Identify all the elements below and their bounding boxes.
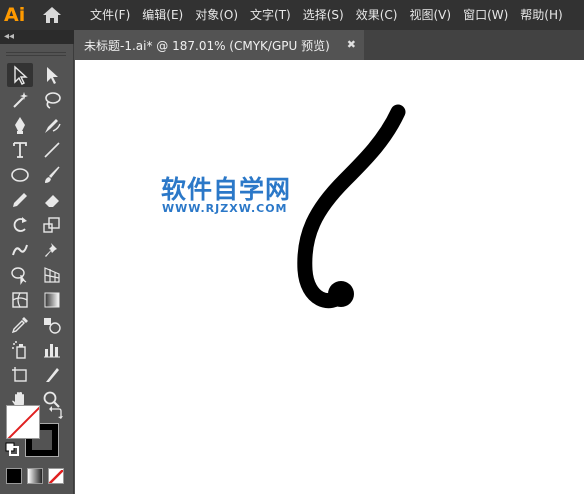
gradient-mode-button[interactable]: [27, 468, 43, 484]
curvature-pen-icon: [45, 119, 61, 133]
menu-object[interactable]: 对象(O): [189, 0, 244, 30]
menu-help[interactable]: 帮助(H): [514, 0, 568, 30]
drawn-path[interactable]: [75, 60, 584, 494]
menu-edit[interactable]: 编辑(E): [136, 0, 189, 30]
warp-tool[interactable]: [7, 238, 33, 262]
color-mode-button[interactable]: [6, 468, 22, 484]
knife-icon: [46, 368, 59, 382]
menu-window[interactable]: 窗口(W): [457, 0, 514, 30]
magic-wand-icon: [13, 92, 28, 108]
selection-arrow-icon: [14, 65, 28, 85]
menu-select[interactable]: 选择(S): [297, 0, 350, 30]
menu-view[interactable]: 视图(V): [403, 0, 457, 30]
type-tool[interactable]: [7, 138, 33, 162]
pencil-icon: [13, 193, 27, 207]
watermark-title: 软件自学网: [161, 175, 292, 204]
collapse-panel-icon[interactable]: ◂◂: [4, 30, 14, 44]
line-segment-tool[interactable]: [39, 138, 65, 162]
curvature-tool[interactable]: [39, 113, 65, 137]
direct-selection-tool[interactable]: [39, 63, 65, 87]
paintbrush-tool[interactable]: [39, 163, 65, 187]
scale-icon: [43, 217, 60, 233]
panel-grip[interactable]: [6, 52, 66, 56]
perspective-grid-icon: [44, 267, 60, 283]
type-icon: [13, 142, 27, 158]
menu-file[interactable]: 文件(F): [84, 0, 136, 30]
menu-bar: Ai 文件(F) 编辑(E) 对象(O) 文字(T) 选择(S) 效果(C) 视…: [0, 0, 584, 30]
shape-builder-icon: [11, 267, 27, 285]
document-tab-label: 未标题-1.ai* @ 187.01% (CMYK/GPU 预览): [84, 38, 330, 53]
line-icon: [44, 142, 60, 158]
blend-tool[interactable]: [39, 313, 65, 337]
puppet-warp-tool[interactable]: [39, 238, 65, 262]
menu-items: 文件(F) 编辑(E) 对象(O) 文字(T) 选择(S) 效果(C) 视图(V…: [84, 0, 569, 30]
swap-colors-icon[interactable]: [49, 405, 63, 419]
selection-tool[interactable]: [7, 63, 33, 87]
close-tab-icon[interactable]: ✖: [347, 30, 356, 60]
eraser-tool[interactable]: [39, 188, 65, 212]
blend-icon: [44, 318, 61, 334]
mesh-icon: [12, 292, 28, 308]
tools-panel: [0, 44, 74, 494]
document-tab[interactable]: 未标题-1.ai* @ 187.01% (CMYK/GPU 预览) ✖: [74, 30, 364, 60]
magic-wand-tool[interactable]: [7, 88, 33, 112]
pen-tool[interactable]: [7, 113, 33, 137]
ellipse-icon: [11, 168, 29, 182]
mesh-tool[interactable]: [7, 288, 33, 312]
brush-icon: [45, 166, 60, 183]
tools-panel-header: ◂◂: [0, 30, 74, 44]
lasso-tool[interactable]: [39, 88, 65, 112]
pencil-tool[interactable]: [7, 188, 33, 212]
shape-builder-tool[interactable]: [7, 263, 33, 287]
none-fill-slash-icon: [7, 406, 39, 438]
artboard-tool[interactable]: [7, 363, 33, 387]
pen-icon: [15, 117, 25, 134]
warp-icon: [12, 244, 28, 256]
document-tab-bar: 未标题-1.ai* @ 187.01% (CMYK/GPU 预览) ✖: [74, 30, 584, 60]
eyedropper-tool[interactable]: [7, 313, 33, 337]
default-colors-icon[interactable]: [5, 442, 19, 456]
none-mode-button[interactable]: [48, 468, 64, 484]
fill-color-swatch[interactable]: [6, 405, 40, 439]
slice-tool[interactable]: [39, 363, 65, 387]
eyedropper-icon: [11, 317, 28, 334]
home-icon[interactable]: [42, 6, 62, 24]
menu-effect[interactable]: 效果(C): [350, 0, 404, 30]
watermark-url: WWW.RJZXW.COM: [162, 202, 288, 215]
app-logo: Ai: [4, 4, 26, 26]
rotate-icon: [13, 217, 27, 232]
pin-icon: [45, 243, 57, 257]
lasso-icon: [45, 92, 61, 109]
spray-icon: [12, 341, 26, 359]
scale-tool[interactable]: [39, 213, 65, 237]
eraser-icon: [45, 195, 59, 207]
symbol-sprayer-tool[interactable]: [7, 338, 33, 362]
menu-type[interactable]: 文字(T): [244, 0, 297, 30]
direct-selection-arrow-icon: [47, 67, 58, 84]
gradient-icon: [44, 292, 60, 308]
none-slash-icon: [49, 469, 63, 483]
rotate-tool[interactable]: [7, 213, 33, 237]
bar-chart-icon: [44, 344, 60, 358]
artboard-canvas[interactable]: 软件自学网 WWW.RJZXW.COM: [75, 60, 584, 494]
artboard-icon: [12, 367, 27, 382]
perspective-grid-tool[interactable]: [39, 263, 65, 287]
ellipse-tool[interactable]: [7, 163, 33, 187]
column-graph-tool[interactable]: [39, 338, 65, 362]
gradient-tool[interactable]: [39, 288, 65, 312]
